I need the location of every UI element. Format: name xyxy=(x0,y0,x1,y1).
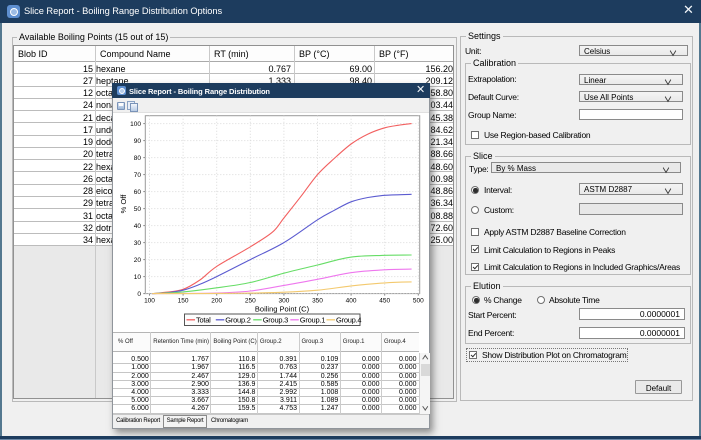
svg-text:200: 200 xyxy=(211,297,222,304)
svg-text:500: 500 xyxy=(412,297,423,304)
svg-text:10: 10 xyxy=(133,273,141,280)
svg-text:150: 150 xyxy=(177,297,188,304)
svg-text:Group.1: Group.1 xyxy=(299,315,324,324)
svg-text:350: 350 xyxy=(312,297,323,304)
svg-text:100: 100 xyxy=(144,297,155,304)
svg-text:80: 80 xyxy=(133,154,141,161)
svg-text:0: 0 xyxy=(137,290,141,297)
svg-text:90: 90 xyxy=(133,137,141,144)
svg-text:Group.3: Group.3 xyxy=(262,315,287,324)
svg-text:Total: Total xyxy=(196,315,211,324)
svg-text:100: 100 xyxy=(130,120,141,127)
svg-text:Boiling Point (C): Boiling Point (C) xyxy=(254,304,309,313)
svg-text:60: 60 xyxy=(133,188,141,195)
svg-text:300: 300 xyxy=(278,297,289,304)
svg-text:450: 450 xyxy=(379,297,390,304)
svg-text:Group.4: Group.4 xyxy=(336,315,361,324)
svg-text:30: 30 xyxy=(133,239,141,246)
svg-text:Group.2: Group.2 xyxy=(225,315,250,324)
svg-text:250: 250 xyxy=(244,297,255,304)
svg-text:400: 400 xyxy=(345,297,356,304)
svg-text:% Off: % Off xyxy=(119,193,128,213)
svg-text:20: 20 xyxy=(133,256,141,263)
svg-text:70: 70 xyxy=(133,171,141,178)
svg-text:50: 50 xyxy=(133,205,141,212)
svg-text:40: 40 xyxy=(133,222,141,229)
